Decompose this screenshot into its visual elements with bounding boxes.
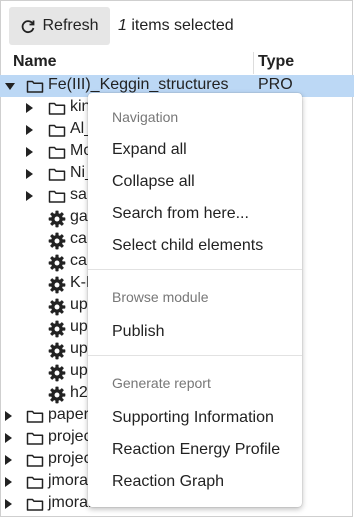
tree-item-label: projec: [48, 428, 92, 445]
expand-arrow-right-icon[interactable]: [5, 477, 12, 487]
expand-arrow-down-icon[interactable]: [5, 83, 15, 90]
tree-item-label: ca: [70, 252, 87, 269]
expand-arrow-right-icon[interactable]: [5, 499, 12, 509]
expand-arrow-right-icon[interactable]: [26, 147, 33, 157]
gear-icon: [48, 320, 66, 338]
gear-icon: [48, 364, 66, 382]
menu-item-publish[interactable]: Publish: [112, 323, 164, 341]
folder-icon: [48, 100, 66, 116]
tree-item-label: h2: [70, 384, 88, 401]
tree-item-label: sa: [70, 186, 87, 203]
tree-item-label: up: [70, 296, 88, 313]
tree-item-label: paper: [48, 406, 89, 423]
refresh-label: Refresh: [42, 17, 99, 34]
menu-item-reaction-energy-profile[interactable]: Reaction Energy Profile: [112, 441, 280, 459]
folder-icon: [48, 188, 66, 204]
column-type[interactable]: Type: [258, 53, 294, 71]
folder-icon: [26, 452, 44, 468]
tree-item-label: ca: [70, 230, 87, 247]
column-header: Name Type: [0, 52, 354, 74]
gear-icon: [48, 254, 66, 272]
menu-item-supporting-information[interactable]: Supporting Information: [112, 409, 274, 427]
gear-icon: [48, 386, 66, 404]
menu-header-navigation: Navigation: [112, 109, 179, 125]
column-name[interactable]: Name: [13, 53, 57, 71]
expand-arrow-right-icon[interactable]: [26, 125, 33, 135]
folder-icon: [26, 78, 44, 94]
gear-icon: [48, 276, 66, 294]
tree-item-label: up: [70, 362, 88, 379]
expand-arrow-right-icon[interactable]: [5, 411, 12, 421]
menu-header-generate-report: Generate report: [112, 375, 211, 391]
folder-icon: [48, 166, 66, 182]
expand-arrow-right-icon[interactable]: [26, 191, 33, 201]
folder-icon: [26, 496, 44, 512]
menu-item-select-child-elements[interactable]: Select child elements: [112, 237, 263, 255]
tree-item-label: projec: [48, 450, 92, 467]
tree-item-type: PRO: [258, 76, 293, 93]
column-separator[interactable]: [253, 52, 254, 74]
gear-icon: [48, 232, 66, 250]
gear-icon: [48, 210, 66, 228]
toolbar: Refresh 1 items selected: [0, 0, 354, 50]
menu-divider: [88, 355, 302, 356]
gear-icon: [48, 298, 66, 316]
menu-item-reaction-graph[interactable]: Reaction Graph: [112, 473, 224, 491]
expand-arrow-right-icon[interactable]: [26, 103, 33, 113]
selection-status: 1 items selected: [118, 17, 234, 35]
menu-header-browse-module: Browse module: [112, 289, 209, 305]
folder-icon: [26, 430, 44, 446]
expand-arrow-right-icon[interactable]: [26, 169, 33, 179]
menu-item-collapse-all[interactable]: Collapse all: [112, 173, 195, 191]
menu-item-search-from-here[interactable]: Search from here...: [112, 205, 249, 223]
expand-arrow-right-icon[interactable]: [5, 455, 12, 465]
refresh-icon: [22, 20, 35, 34]
tree-item-label: up: [70, 340, 88, 357]
folder-icon: [48, 144, 66, 160]
tree-item-label: up: [70, 318, 88, 335]
tree-item-label: ga: [70, 208, 88, 225]
folder-icon: [48, 122, 66, 138]
context-menu: Navigation Expand all Collapse all Searc…: [88, 93, 302, 507]
selection-suffix: items selected: [126, 17, 234, 34]
gear-icon: [48, 342, 66, 360]
selection-count: 1: [118, 17, 127, 34]
menu-item-expand-all[interactable]: Expand all: [112, 141, 187, 159]
expand-arrow-right-icon[interactable]: [5, 433, 12, 443]
refresh-button[interactable]: Refresh: [9, 7, 110, 45]
menu-divider: [88, 269, 302, 270]
folder-icon: [26, 474, 44, 490]
folder-icon: [26, 408, 44, 424]
tree-item-label: Fe(III)_Keggin_structures: [48, 76, 229, 93]
tree-item-label: jmora: [48, 472, 89, 489]
